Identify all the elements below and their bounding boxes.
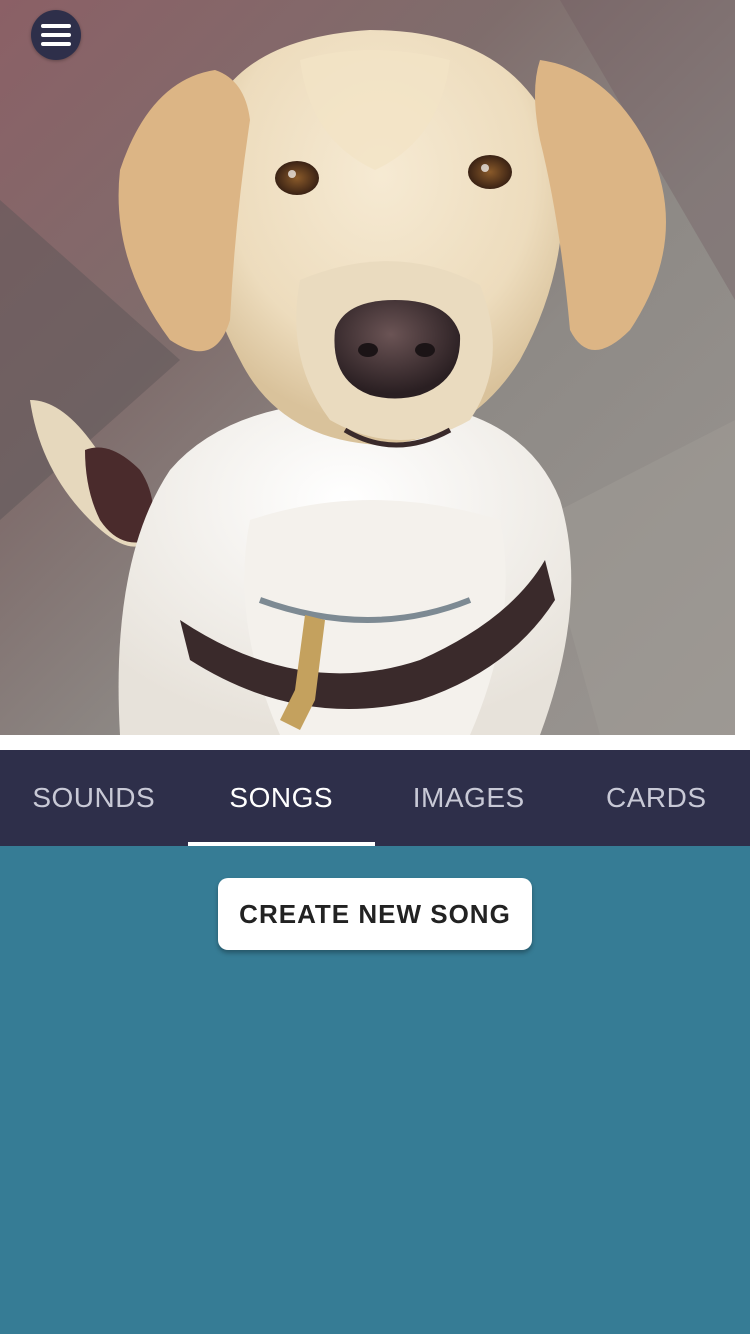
- tab-songs[interactable]: SONGS: [187, 750, 376, 846]
- songs-panel: CREATE NEW SONG: [0, 846, 750, 1334]
- menu-button[interactable]: [31, 10, 81, 60]
- tab-sounds[interactable]: SOUNDS: [0, 750, 188, 846]
- tab-bar: SOUNDS SONGS IMAGES CARDS: [0, 750, 750, 846]
- tab-images[interactable]: IMAGES: [375, 750, 563, 846]
- hamburger-menu-icon: [41, 24, 71, 46]
- tab-cards[interactable]: CARDS: [563, 750, 750, 846]
- app-screen: SOUNDS SONGS IMAGES CARDS CREATE NEW SON…: [0, 0, 750, 1334]
- dog-photo: [0, 0, 735, 735]
- dog-photo-illustration: [0, 0, 735, 735]
- create-new-song-button[interactable]: CREATE NEW SONG: [218, 878, 532, 950]
